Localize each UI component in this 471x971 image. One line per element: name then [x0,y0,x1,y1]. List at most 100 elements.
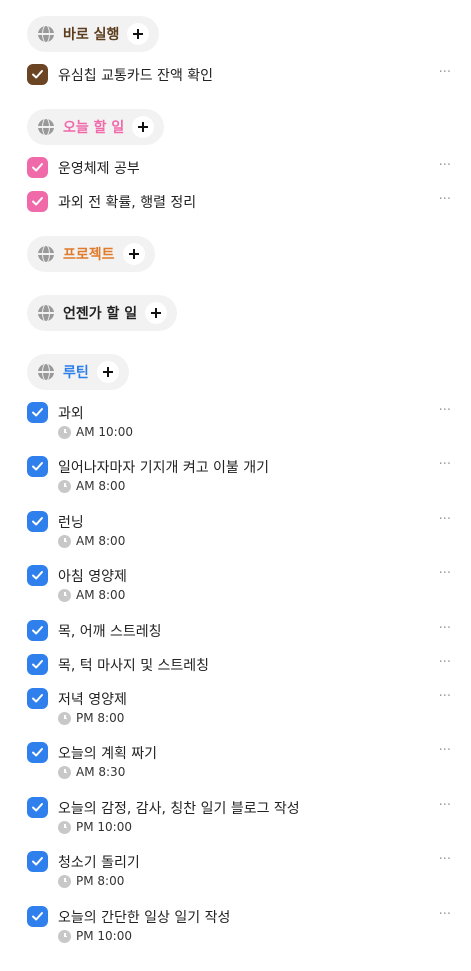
task-row[interactable]: 오늘의 감정, 감사, 칭찬 일기 블로그 작성 ··· PM 10:00 [27,797,457,834]
checkbox-checked[interactable] [27,688,48,709]
checkmark-icon [32,70,43,79]
checkbox-checked[interactable] [27,511,48,532]
checkbox-checked[interactable] [27,402,48,423]
add-task-plus-icon[interactable] [145,302,168,324]
task-time: PM 10:00 [58,929,132,943]
add-task-plus-icon[interactable] [132,116,155,138]
more-horizontal-icon[interactable]: ··· [439,158,451,173]
clock-icon [58,711,71,725]
checkmark-icon [32,408,43,417]
clock-icon [58,874,71,888]
add-task-plus-icon[interactable] [127,23,150,45]
more-horizontal-icon[interactable]: ··· [439,512,451,527]
clock-icon [58,479,71,493]
time-text: AM 8:00 [76,479,126,493]
add-task-plus-icon[interactable] [122,243,145,265]
globe-icon [38,246,54,262]
section-header-today[interactable]: 오늘 할 일 [27,109,165,145]
more-horizontal-icon[interactable]: ··· [439,655,451,670]
time-text: AM 10:00 [76,425,133,439]
more-horizontal-icon[interactable]: ··· [439,621,451,636]
globe-icon [38,364,54,380]
time-text: AM 8:30 [76,765,126,779]
task-row[interactable]: 런닝 ··· AM 8:00 [27,511,457,548]
task-row[interactable]: 오늘의 간단한 일상 일기 작성 ··· PM 10:00 [27,906,457,943]
task-label: 목, 턱 마사지 및 스트레칭 [58,658,210,674]
section-header-project[interactable]: 프로젝트 [27,236,155,272]
more-horizontal-icon[interactable]: ··· [439,852,451,867]
section-title: 오늘 할 일 [63,120,125,136]
checkbox-checked[interactable] [27,191,48,212]
task-label: 일어나자마자 기지개 켜고 이불 개기 [58,460,269,476]
checkbox-checked[interactable] [27,157,48,178]
time-text: PM 10:00 [76,929,132,943]
task-row[interactable]: 목, 턱 마사지 및 스트레칭 ··· [27,654,457,676]
checkmark-icon [32,694,43,703]
more-horizontal-icon[interactable]: ··· [439,65,451,80]
globe-icon [38,119,54,135]
checkmark-icon [32,626,43,635]
add-task-plus-icon[interactable] [96,361,119,383]
time-text: PM 8:00 [76,711,125,725]
section-title: 프로젝트 [63,247,115,263]
more-horizontal-icon[interactable]: ··· [439,403,451,418]
task-label: 오늘의 감정, 감사, 칭찬 일기 블로그 작성 [58,801,300,817]
checkmark-icon [32,517,43,526]
task-label: 런닝 [58,515,84,531]
clock-icon [58,929,71,943]
more-horizontal-icon[interactable]: ··· [439,689,451,704]
task-row[interactable]: 일어나자마자 기지개 켜고 이불 개기 ··· AM 8:00 [27,456,457,493]
task-label: 오늘의 계획 짜기 [58,746,158,762]
section-header-immediate[interactable]: 바로 실행 [27,16,160,52]
checkmark-icon [32,803,43,812]
checkbox-checked[interactable] [27,565,48,586]
task-time: PM 8:00 [58,874,124,888]
checkmark-icon [32,197,43,206]
task-row[interactable]: 과외 ··· AM 10:00 [27,402,457,439]
time-text: PM 8:00 [76,874,125,888]
task-row[interactable]: 과외 전 확률, 행렬 정리 ··· [27,191,457,213]
checkmark-icon [32,912,43,921]
task-row[interactable]: 저녁 영양제 ··· PM 8:00 [27,688,457,725]
checkbox-checked[interactable] [27,851,48,872]
section-header-routine[interactable]: 루틴 [27,354,129,390]
task-time: AM 8:00 [58,479,125,493]
task-time: AM 8:30 [58,765,125,779]
task-row[interactable]: 오늘의 계획 짜기 ··· AM 8:30 [27,742,457,779]
checkbox-checked[interactable] [27,797,48,818]
checkmark-icon [32,857,43,866]
more-horizontal-icon[interactable]: ··· [439,566,451,581]
checkbox-checked[interactable] [27,654,48,675]
checkbox-checked[interactable] [27,742,48,763]
more-horizontal-icon[interactable]: ··· [439,798,451,813]
task-time: PM 10:00 [58,820,132,834]
task-row[interactable]: 아침 영양제 ··· AM 8:00 [27,565,457,602]
checkmark-icon [32,748,43,757]
more-horizontal-icon[interactable]: ··· [439,192,451,207]
checkbox-checked[interactable] [27,456,48,477]
clock-icon [58,534,71,548]
checkmark-icon [32,660,43,669]
clock-icon [58,820,71,834]
task-row[interactable]: 유심칩 교통카드 잔액 확인 ··· [27,64,457,86]
section-title: 언젠가 할 일 [63,306,138,322]
section-title: 바로 실행 [63,27,120,43]
time-text: AM 8:00 [76,534,126,548]
checkbox-checked[interactable] [27,64,48,85]
task-row[interactable]: 목, 어깨 스트레칭 ··· [27,620,457,642]
checkbox-checked[interactable] [27,620,48,641]
time-text: PM 10:00 [76,820,132,834]
more-horizontal-icon[interactable]: ··· [439,743,451,758]
task-label: 목, 어깨 스트레칭 [58,624,162,640]
task-label: 운영체제 공부 [58,161,140,177]
task-label: 오늘의 간단한 일상 일기 작성 [58,910,231,926]
more-horizontal-icon[interactable]: ··· [439,457,451,472]
checkmark-icon [32,163,43,172]
more-horizontal-icon[interactable]: ··· [439,907,451,922]
checkbox-checked[interactable] [27,906,48,927]
task-time: AM 8:00 [58,534,125,548]
section-header-someday[interactable]: 언젠가 할 일 [27,295,178,331]
task-label: 청소기 돌리기 [58,855,140,871]
task-row[interactable]: 청소기 돌리기 ··· PM 8:00 [27,851,457,888]
task-row[interactable]: 운영체제 공부 ··· [27,157,457,179]
